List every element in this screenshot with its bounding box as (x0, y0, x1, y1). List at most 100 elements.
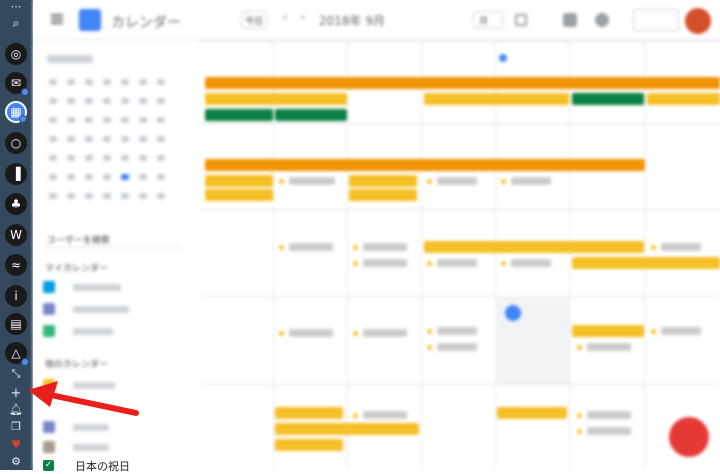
mini-month-day[interactable] (49, 155, 57, 161)
wordpress-icon[interactable]: W (5, 224, 27, 246)
mini-month-day[interactable] (67, 79, 75, 85)
today-button[interactable]: 今日 (241, 11, 267, 29)
checkbox-icon[interactable]: ✓ (43, 460, 54, 471)
people-search[interactable]: ユーザーを検索 (43, 230, 183, 248)
calendar-swatch[interactable] (43, 325, 55, 337)
mini-month-day[interactable] (103, 193, 111, 199)
mini-month-day[interactable] (157, 193, 165, 199)
calendar-swatch[interactable] (43, 303, 55, 315)
mini-month-day[interactable] (157, 174, 165, 180)
calendar-swatch[interactable] (43, 421, 55, 433)
mini-month-day[interactable] (139, 155, 147, 161)
expand-icon[interactable]: ⤡ (10, 367, 22, 380)
event-bar[interactable] (349, 189, 417, 201)
avatar[interactable] (685, 8, 711, 34)
mini-month-day[interactable] (157, 98, 165, 104)
mini-month-day[interactable] (67, 136, 75, 142)
event-bar[interactable] (647, 93, 720, 105)
event-bar[interactable] (275, 109, 347, 121)
event-bar[interactable] (424, 241, 644, 253)
settings-icon[interactable]: ⚙ (10, 455, 22, 468)
mini-month-day[interactable] (121, 155, 129, 161)
mini-month-day[interactable] (67, 117, 75, 123)
server-icon[interactable]: ≈ (5, 254, 27, 276)
calendar-swatch[interactable] (43, 379, 55, 391)
mini-month-day[interactable] (157, 136, 165, 142)
mini-month-day[interactable] (49, 117, 57, 123)
mini-month-day[interactable] (139, 117, 147, 123)
event-bar[interactable] (205, 109, 273, 121)
event-bar[interactable] (572, 257, 720, 269)
mini-month-day[interactable] (49, 136, 57, 142)
event-bar[interactable] (205, 189, 273, 201)
mini-month-day[interactable] (139, 98, 147, 104)
chrome-icon[interactable]: ◎ (5, 43, 27, 65)
view-select[interactable]: 月 (473, 11, 503, 29)
mini-month-day[interactable] (157, 155, 165, 161)
mini-month-day[interactable] (85, 174, 93, 180)
mini-month-day[interactable] (157, 79, 165, 85)
mini-month-day[interactable] (85, 155, 93, 161)
mini-month-day[interactable] (67, 174, 75, 180)
event-bar[interactable] (572, 325, 644, 337)
event-bar[interactable] (205, 159, 645, 171)
event-bar[interactable] (275, 407, 343, 419)
trello-icon[interactable]: ▐ (5, 163, 27, 185)
holiday-calendar-row[interactable]: ✓ 日本の祝日 (43, 459, 223, 473)
help-icon[interactable] (595, 13, 609, 27)
mini-month-day[interactable] (121, 136, 129, 142)
mini-month-day[interactable] (121, 174, 129, 180)
account-chip[interactable] (633, 9, 679, 31)
event-bar[interactable] (497, 407, 567, 419)
next-icon[interactable]: › (301, 12, 305, 23)
mini-month-day[interactable] (121, 79, 129, 85)
mini-month-day[interactable] (103, 98, 111, 104)
gmail-icon[interactable]: ✉ (5, 72, 29, 96)
mini-month-day[interactable] (121, 98, 129, 104)
mini-month-day[interactable] (139, 79, 147, 85)
mini-month-day[interactable] (139, 193, 147, 199)
mini-month-day[interactable] (85, 193, 93, 199)
mini-month-day[interactable] (103, 117, 111, 123)
calendar-swatch[interactable] (43, 281, 55, 293)
mini-month-day[interactable] (103, 155, 111, 161)
heart-icon[interactable]: ♥ (10, 438, 22, 451)
mini-month-day[interactable] (49, 79, 57, 85)
apps-icon[interactable] (563, 13, 577, 27)
mini-month-day[interactable] (67, 193, 75, 199)
mini-month-day[interactable] (49, 193, 57, 199)
event-bar[interactable] (349, 175, 417, 187)
event-bar[interactable] (205, 93, 347, 105)
mini-month-day[interactable] (139, 136, 147, 142)
window-controls-icon[interactable]: ⋯ (10, 0, 22, 13)
copy-icon[interactable]: ❐ (10, 420, 22, 433)
mini-month-day[interactable] (121, 193, 129, 199)
create-event-fab[interactable] (669, 417, 709, 457)
event-bar[interactable] (275, 439, 343, 451)
github-icon[interactable]: ○ (5, 132, 27, 154)
event-bar[interactable] (275, 423, 419, 435)
search-icon[interactable]: ⌕ (5, 12, 27, 34)
mini-month-day[interactable] (67, 98, 75, 104)
docs-icon[interactable]: ▤ (5, 313, 27, 335)
mini-month-day[interactable] (157, 117, 165, 123)
mini-month-day[interactable] (85, 136, 93, 142)
calendar-swatch[interactable] (43, 441, 55, 453)
mini-month-day[interactable] (103, 136, 111, 142)
add-app-icon[interactable]: + (10, 386, 22, 401)
prev-icon[interactable]: ‹ (283, 12, 287, 23)
info-icon[interactable]: i (5, 285, 27, 307)
event-bar[interactable] (205, 175, 273, 187)
settings-icon-app[interactable] (515, 14, 527, 26)
notifications-icon[interactable]: 🔔︎ (9, 403, 23, 416)
mini-month-day[interactable] (103, 79, 111, 85)
event-bar[interactable] (572, 93, 644, 105)
calendar-icon[interactable]: ▦ (5, 101, 27, 123)
mini-month-day[interactable] (49, 174, 57, 180)
mini-month-day[interactable] (67, 155, 75, 161)
mini-month-day[interactable] (49, 98, 57, 104)
menu-icon[interactable] (51, 14, 63, 16)
mini-month-day[interactable] (103, 174, 111, 180)
mini-month-day[interactable] (85, 117, 93, 123)
mini-month-day[interactable] (139, 174, 147, 180)
